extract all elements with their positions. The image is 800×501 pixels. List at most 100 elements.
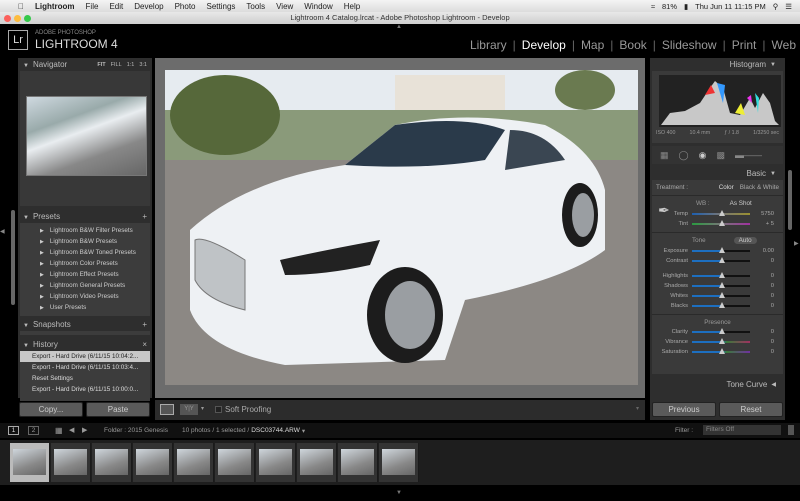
add-snapshot-icon[interactable]: + <box>142 320 147 329</box>
menu-app[interactable]: Lightroom <box>35 2 75 11</box>
before-after-button[interactable]: Y|Y <box>180 404 198 415</box>
slider-thumb[interactable] <box>719 210 725 216</box>
module-print[interactable]: Print <box>732 38 757 52</box>
toolbar-menu-icon[interactable]: ▾ <box>636 405 639 412</box>
slider-value[interactable]: 5750 <box>750 211 774 217</box>
collapse-right-icon[interactable]: ▶ <box>794 240 799 247</box>
module-book[interactable]: Book <box>619 38 646 52</box>
slider-value[interactable]: 0 <box>750 329 774 335</box>
back-arrow-icon[interactable]: ◀ <box>69 426 74 434</box>
module-library[interactable]: Library <box>470 38 507 52</box>
wifi-icon[interactable]: ≈ <box>651 2 655 11</box>
slider-track[interactable] <box>692 257 750 263</box>
list-icon[interactable]: ☰ <box>785 2 792 11</box>
collapse-left-icon[interactable]: ◀ <box>0 228 5 235</box>
wb-select[interactable]: As Shot <box>730 200 752 207</box>
slider-value[interactable]: 0 <box>750 339 774 345</box>
preset-folder[interactable]: ▶ Lightroom B&W Presets <box>20 236 150 247</box>
zoom-1-1[interactable]: 1:1 <box>127 62 135 68</box>
slider-value[interactable]: 0 <box>750 258 774 264</box>
before-after-dropdown-icon[interactable]: ▾ <box>201 405 204 412</box>
preset-folder[interactable]: ▶ Lightroom General Presets <box>20 280 150 291</box>
expand-triangle-icon[interactable]: ▶ <box>40 283 44 289</box>
slider-track[interactable] <box>692 272 750 278</box>
filter-select[interactable]: Filters Off <box>703 425 781 435</box>
slider-thumb[interactable] <box>719 292 725 298</box>
preset-folder[interactable]: ▶ Lightroom Effect Presets <box>20 269 150 280</box>
expand-triangle-icon[interactable]: ▶ <box>40 294 44 300</box>
navigator-header[interactable]: ▼ Navigator FIT FILL 1:1 3:1 <box>18 58 152 71</box>
preset-folder[interactable]: ▶ Lightroom B&W Filter Presets <box>20 225 150 236</box>
close-window-button[interactable] <box>4 15 11 22</box>
white-balance-eyedropper-icon[interactable]: ✒ <box>658 202 670 219</box>
filter-lock-icon[interactable] <box>788 425 794 435</box>
main-window-button[interactable]: 1 <box>8 426 19 435</box>
slider-thumb[interactable] <box>719 272 725 278</box>
grid-view-icon[interactable]: ▦ <box>55 426 63 435</box>
menu-help[interactable]: Help <box>344 2 360 11</box>
selected-file[interactable]: DSC03744.ARW <box>251 427 300 435</box>
menu-edit[interactable]: Edit <box>109 2 123 11</box>
folder-source[interactable]: Folder : 2015 Genesis <box>104 427 168 434</box>
slider-value[interactable]: + 5 <box>750 221 774 227</box>
forward-arrow-icon[interactable]: ▶ <box>82 426 87 434</box>
slider-track[interactable] <box>692 220 750 226</box>
histogram-header[interactable]: Histogram ▼ <box>650 58 785 71</box>
snapshots-header[interactable]: ▼ Snapshots + <box>18 318 152 331</box>
menu-settings[interactable]: Settings <box>207 2 236 11</box>
slider-thumb[interactable] <box>719 220 725 226</box>
histogram[interactable]: ISO 400 10.4 mm ƒ / 1.8 1/3250 sec <box>652 71 783 143</box>
zoom-fill[interactable]: FILL <box>111 62 122 68</box>
filmstrip-thumbnail[interactable] <box>92 443 132 482</box>
battery-icon[interactable]: ▮ <box>684 2 688 11</box>
menu-develop[interactable]: Develop <box>134 2 163 11</box>
history-step[interactable]: Reset Settings <box>20 373 150 384</box>
slider-track[interactable] <box>692 302 750 308</box>
zoom-3-1[interactable]: 3:1 <box>139 62 147 68</box>
basic-header[interactable]: Basic ▼ <box>650 167 785 180</box>
slider-thumb[interactable] <box>719 338 725 344</box>
clear-history-icon[interactable]: × <box>142 340 147 349</box>
spot-removal-icon[interactable]: ◯ <box>679 150 689 161</box>
add-preset-icon[interactable]: + <box>142 212 147 221</box>
tone-curve-header[interactable]: Tone Curve ◀ <box>650 378 785 391</box>
slider-thumb[interactable] <box>719 282 725 288</box>
menu-window[interactable]: Window <box>304 2 332 11</box>
filmstrip-thumbnail[interactable] <box>297 443 337 482</box>
second-window-button[interactable]: 2 <box>28 426 39 435</box>
slider-value[interactable]: 0 <box>750 283 774 289</box>
slider-track[interactable] <box>692 210 750 216</box>
slider-thumb[interactable] <box>719 247 725 253</box>
preset-folder[interactable]: ▶ User Presets <box>20 302 150 313</box>
copy-button[interactable]: Copy... <box>19 402 83 417</box>
expand-triangle-icon[interactable]: ▶ <box>40 261 44 267</box>
slider-value[interactable]: 0 <box>750 293 774 299</box>
preset-folder[interactable]: ▶ Lightroom B&W Toned Presets <box>20 247 150 258</box>
filmstrip-thumbnail[interactable] <box>379 443 419 482</box>
paste-button[interactable]: Paste <box>86 402 150 417</box>
soft-proofing-checkbox[interactable] <box>215 406 222 413</box>
slider-track[interactable] <box>692 328 750 334</box>
crop-icon[interactable]: ▦ <box>660 150 669 161</box>
preset-folder[interactable]: ▶ Lightroom Video Presets <box>20 291 150 302</box>
main-photo[interactable] <box>165 70 638 385</box>
menu-photo[interactable]: Photo <box>175 2 196 11</box>
slider-thumb[interactable] <box>719 348 725 354</box>
right-scrollbar[interactable] <box>788 170 792 230</box>
menu-file[interactable]: File <box>86 2 99 11</box>
slider-thumb[interactable] <box>719 302 725 308</box>
module-slideshow[interactable]: Slideshow <box>662 38 717 52</box>
slider-value[interactable]: 0 <box>750 303 774 309</box>
slider-track[interactable] <box>692 247 750 253</box>
expand-triangle-icon[interactable]: ▶ <box>40 272 44 278</box>
module-develop[interactable]: Develop <box>522 38 566 52</box>
slider-value[interactable]: 0.00 <box>750 248 774 254</box>
history-step[interactable]: Export - Hard Drive (6/11/15 10:04:2... <box>20 351 150 362</box>
slider-thumb[interactable] <box>719 328 725 334</box>
menu-tools[interactable]: Tools <box>246 2 265 11</box>
filmstrip-thumbnail[interactable] <box>10 443 50 482</box>
history-step[interactable]: Export - Hard Drive (6/11/15 10:00:0... <box>20 384 150 395</box>
adjustment-brush-icon[interactable]: ▬—— <box>735 150 762 160</box>
slider-track[interactable] <box>692 282 750 288</box>
history-header[interactable]: ▼ History × <box>18 338 152 351</box>
